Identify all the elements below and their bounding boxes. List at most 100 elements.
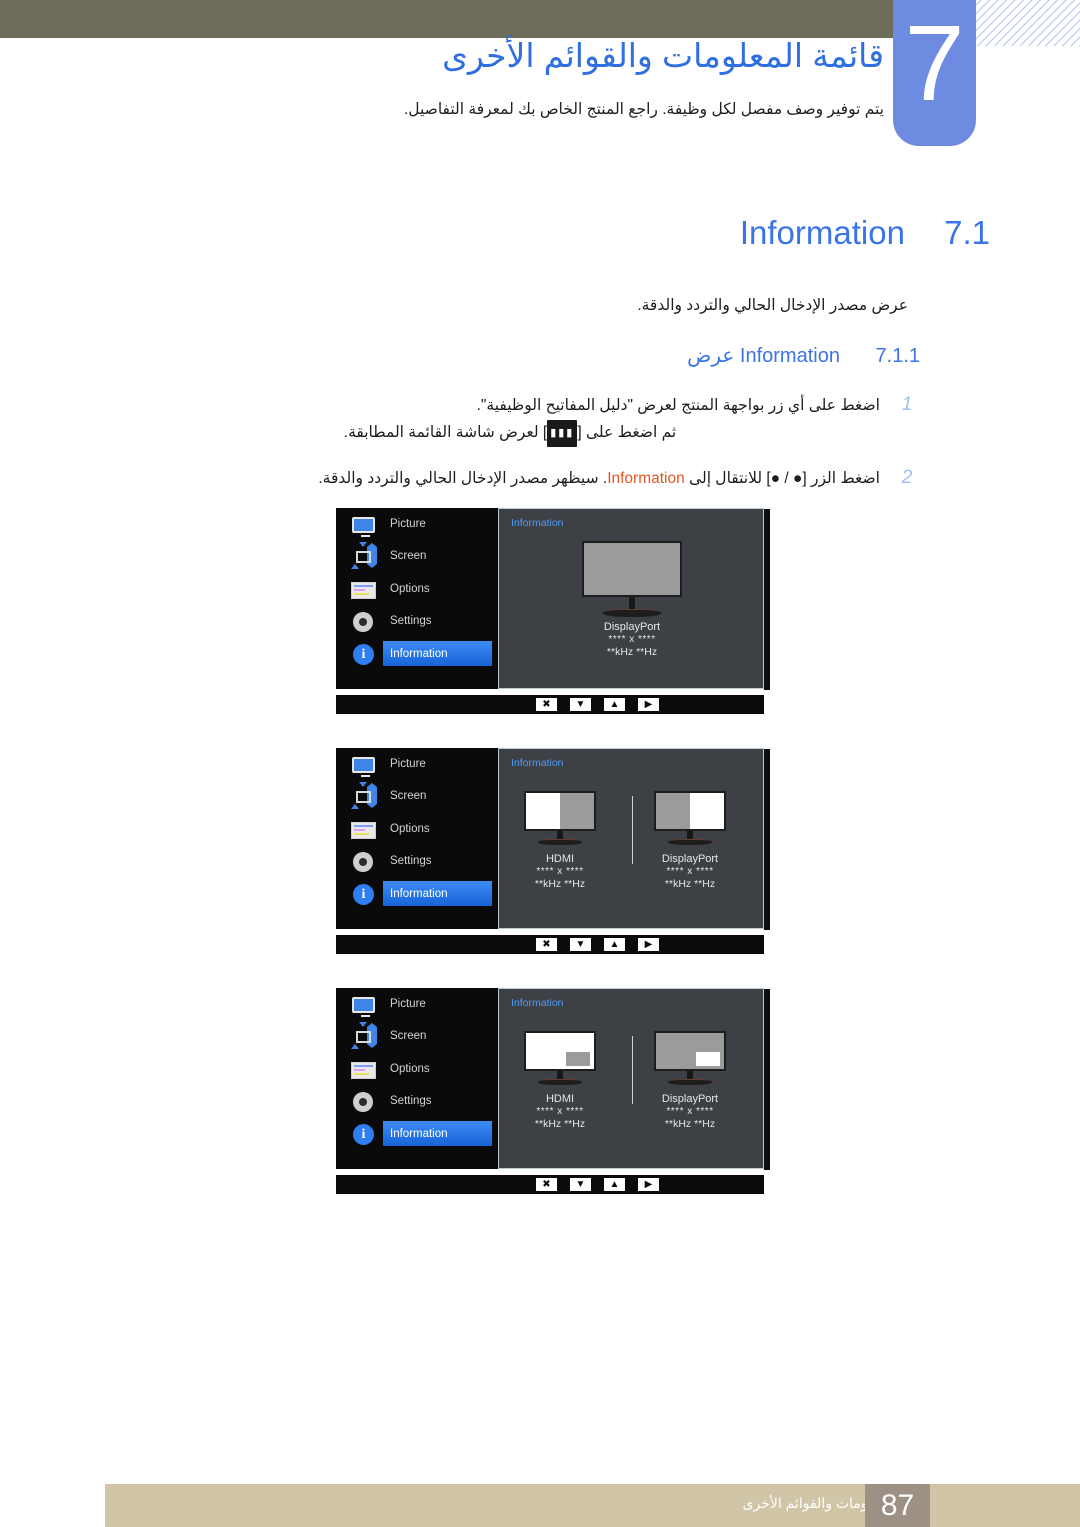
section-lead-text: عرض مصدر الإدخال الحالي والتردد والدقة. — [637, 297, 908, 314]
osd-sidebar: Picture Screen Options Settings i Inform… — [336, 508, 506, 689]
osd-menu-label: Screen — [390, 790, 427, 803]
list-icon — [350, 819, 376, 839]
osd-menu-label: Picture — [390, 518, 426, 530]
close-button[interactable]: ✖ — [536, 938, 557, 951]
monitor-source: HDMI — [545, 853, 575, 865]
monitor-source: DisplayPort — [661, 1093, 719, 1105]
subsection-title-ar: عرض — [687, 345, 735, 367]
screen-inset — [566, 1052, 590, 1066]
osd-menu-item-picture[interactable]: Picture — [350, 748, 492, 780]
osd-menu-label: Options — [390, 1062, 430, 1075]
osd-menu-item-options[interactable]: Options — [350, 1053, 492, 1085]
gear-icon — [350, 1091, 376, 1113]
step-body: اضغط على أي زر بواجهة المنتج لعرض "دليل … — [160, 392, 880, 447]
step-number: 1 — [901, 394, 913, 415]
osd-figure-pip-dual-source: Picture Screen Options Settings i Inform… — [336, 988, 770, 1194]
osd-button-bar: ✖ ▼ ▲ ▶ — [336, 695, 764, 714]
arrows-icon — [350, 782, 377, 810]
step-text-after: . سيظهر مصدر الإدخال الحالي والتردد والد… — [318, 470, 608, 487]
monitor-graphic: DisplayPort **** x **** **kHz **Hz — [654, 1031, 726, 1130]
osd-right-rail — [764, 989, 770, 1170]
screen-fill-left — [526, 793, 560, 829]
down-button[interactable]: ▼ — [570, 1178, 591, 1191]
section-number: 7.1 — [944, 214, 990, 251]
osd-content-pane: Information DisplayPort **** x **** **kH… — [498, 508, 770, 690]
monitor-graphic: HDMI **** x **** **kHz **Hz — [524, 1031, 596, 1130]
chapter-title: قائمة المعلومات والقوائم الأخرى — [442, 37, 884, 74]
enter-button[interactable]: ▶ — [638, 698, 659, 711]
osd-menu-item-screen[interactable]: Screen — [350, 780, 492, 812]
chapter-number: 7 — [904, 2, 965, 123]
list-icon — [350, 579, 376, 599]
osd-menu-item-screen[interactable]: Screen — [350, 540, 492, 572]
monitor-graphic: HDMI **** x **** **kHz **Hz — [524, 791, 596, 890]
list-icon — [350, 1059, 376, 1079]
subsection-title: Information عرض — [687, 345, 840, 367]
osd-window: Picture Screen Options Settings i Inform… — [336, 508, 770, 690]
close-button[interactable]: ✖ — [536, 1178, 557, 1191]
osd-menu-label: Settings — [390, 615, 432, 628]
monitor-source: DisplayPort — [661, 853, 719, 865]
monitor-graphic: DisplayPort **** x **** **kHz **Hz — [582, 541, 682, 658]
subsection-heading: 7.1.1 Information عرض — [687, 343, 920, 368]
down-button[interactable]: ▼ — [570, 698, 591, 711]
osd-menu-item-picture[interactable]: Picture — [350, 508, 492, 540]
down-button[interactable]: ▼ — [570, 938, 591, 951]
osd-menu-label: Picture — [390, 998, 426, 1010]
keyword-information: Information — [607, 470, 685, 487]
osd-menu-item-settings[interactable]: Settings — [350, 1085, 492, 1117]
subsection-title-en: Information — [739, 345, 840, 367]
section-title: Information — [739, 214, 905, 251]
monitor-divider — [632, 796, 633, 864]
monitor-frequency: **kHz **Hz — [534, 1118, 586, 1130]
osd-menu-item-information[interactable]: i Information — [350, 878, 506, 910]
info-icon: i — [350, 883, 376, 905]
screen-inset — [696, 1052, 720, 1066]
step-number: 2 — [901, 467, 913, 488]
osd-menu-item-settings[interactable]: Settings — [350, 845, 492, 877]
osd-menu-label: Information — [390, 1127, 448, 1140]
osd-menu-item-screen[interactable]: Screen — [350, 1020, 492, 1052]
monitor-resolution: **** x **** — [608, 634, 656, 645]
enter-button[interactable]: ▶ — [638, 1178, 659, 1191]
step-item: 2 اضغط الزر [● / ●] للانتقال إلى Informa… — [160, 465, 920, 492]
step-item: 1 اضغط على أي زر بواجهة المنتج لعرض "دلي… — [160, 392, 920, 447]
osd-pane-caption: Information — [511, 757, 564, 769]
osd-figure-pbp-dual-source: Picture Screen Options Settings i Inform… — [336, 748, 770, 954]
page-number: 87 — [865, 1484, 930, 1527]
up-button[interactable]: ▲ — [604, 698, 625, 711]
up-button[interactable]: ▲ — [604, 1178, 625, 1191]
monitor-resolution: **** x **** — [536, 866, 584, 877]
close-button[interactable]: ✖ — [536, 698, 557, 711]
up-button[interactable]: ▲ — [604, 938, 625, 951]
osd-menu-item-information[interactable]: i Information — [350, 1118, 506, 1150]
enter-button[interactable]: ▶ — [638, 938, 659, 951]
monitor-resolution: **** x **** — [666, 866, 714, 877]
monitor-frequency: **kHz **Hz — [606, 646, 658, 658]
osd-pane-caption: Information — [511, 517, 564, 529]
screen-fill-right — [560, 793, 594, 829]
screen-fill-right — [690, 793, 724, 829]
osd-sidebar: Picture Screen Options Settings i Inform… — [336, 748, 506, 929]
step-line: ثم اضغط على [▮▮▮] لعرض شاشة القائمة المط… — [160, 419, 880, 447]
osd-menu-item-options[interactable]: Options — [350, 813, 492, 845]
section-heading: 7.1 Information — [740, 214, 990, 252]
osd-menu-item-settings[interactable]: Settings — [350, 605, 492, 637]
monitor-icon — [350, 994, 376, 1017]
chapter-badge: 7 — [893, 0, 976, 146]
osd-right-rail — [764, 749, 770, 930]
monitor-graphic: DisplayPort **** x **** **kHz **Hz — [654, 791, 726, 890]
monitor-frequency: **kHz **Hz — [664, 878, 716, 890]
osd-menu-item-information[interactable]: i Information — [350, 638, 506, 670]
osd-menu-item-picture[interactable]: Picture — [350, 988, 492, 1020]
subsection-number: 7.1.1 — [875, 345, 920, 367]
monitor-source: HDMI — [545, 1093, 575, 1105]
monitor-divider — [632, 1036, 633, 1104]
osd-menu-label: Screen — [390, 1030, 427, 1043]
osd-pane-caption: Information — [511, 997, 564, 1009]
osd-menu-item-options[interactable]: Options — [350, 573, 492, 605]
monitor-frequency: **kHz **Hz — [664, 1118, 716, 1130]
osd-window: Picture Screen Options Settings i Inform… — [336, 748, 770, 930]
osd-button-bar: ✖ ▼ ▲ ▶ — [336, 935, 764, 954]
info-icon: i — [350, 1123, 376, 1145]
